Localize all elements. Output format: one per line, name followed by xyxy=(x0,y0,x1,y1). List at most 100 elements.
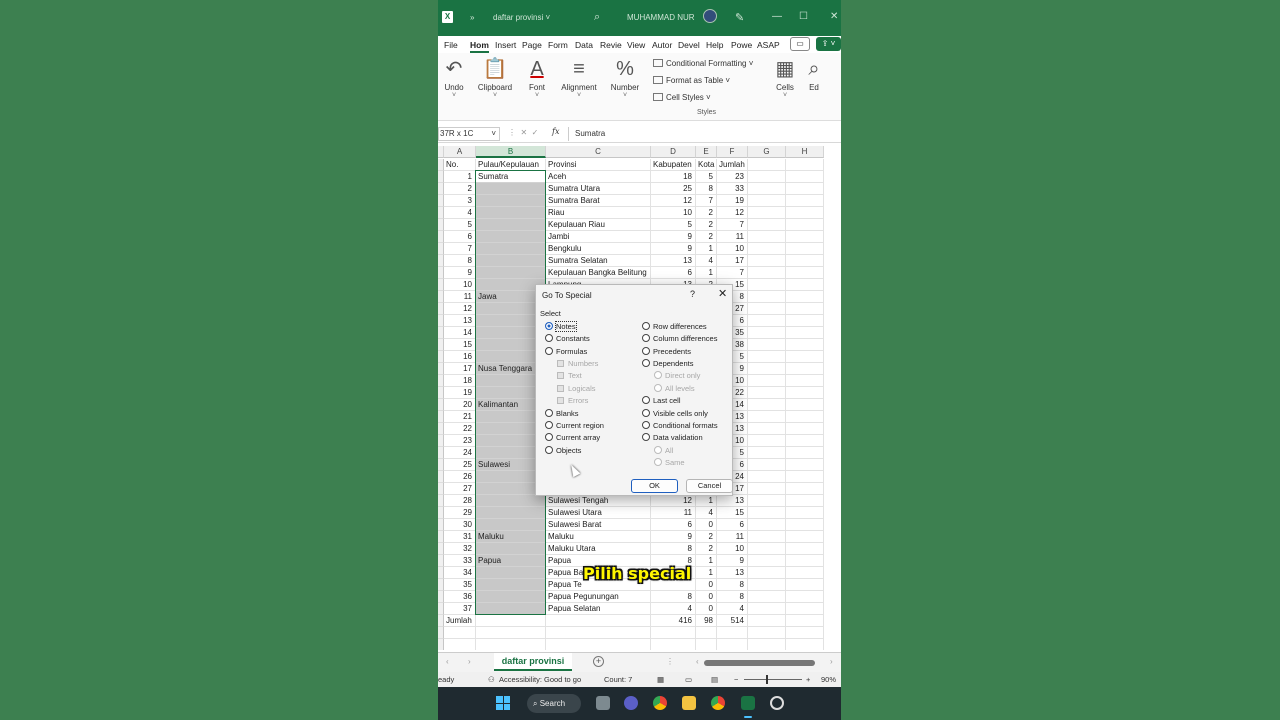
cell[interactable] xyxy=(696,627,717,639)
table-cell[interactable] xyxy=(786,543,824,555)
table-cell[interactable]: Sumatra Utara xyxy=(546,183,651,195)
table-cell[interactable]: 1 xyxy=(696,567,717,579)
table-cell[interactable] xyxy=(748,339,786,351)
table-cell[interactable]: 1 xyxy=(696,555,717,567)
table-cell[interactable] xyxy=(786,471,824,483)
tab-formulas[interactable]: Form xyxy=(548,40,568,50)
table-cell[interactable] xyxy=(786,375,824,387)
comments-button[interactable]: ▭ xyxy=(790,37,810,51)
table-cell[interactable]: 2 xyxy=(444,183,476,195)
column-header-c[interactable]: C xyxy=(546,146,651,158)
table-cell[interactable]: 31 xyxy=(444,531,476,543)
table-cell[interactable] xyxy=(786,339,824,351)
table-cell[interactable]: 7 xyxy=(717,267,748,279)
table-cell[interactable]: 28 xyxy=(444,495,476,507)
format-as-table-button[interactable]: Format as Table ˅ xyxy=(653,76,730,85)
table-cell[interactable]: 1 xyxy=(696,243,717,255)
sheet-options-icon[interactable]: ⋮ xyxy=(666,657,674,666)
radio-visible-cells-only[interactable] xyxy=(642,409,650,417)
file-name[interactable]: daftar provinsi ˅ xyxy=(493,13,550,22)
table-cell[interactable]: 8 xyxy=(651,543,696,555)
cancel-button[interactable]: Cancel xyxy=(686,479,733,493)
table-cell[interactable]: 8 xyxy=(696,183,717,195)
table-cell[interactable] xyxy=(748,363,786,375)
table-cell[interactable]: 10 xyxy=(651,207,696,219)
table-cell[interactable]: 34 xyxy=(444,567,476,579)
table-cell[interactable] xyxy=(748,423,786,435)
chevron-down-icon[interactable]: ˅ xyxy=(491,128,496,140)
table-cell[interactable] xyxy=(748,207,786,219)
table-cell[interactable] xyxy=(786,387,824,399)
header-cell-a[interactable]: No. xyxy=(444,159,476,171)
cells-button[interactable]: ▦ Cells ˅ xyxy=(774,57,796,99)
radio-column-differences[interactable] xyxy=(642,334,650,342)
table-cell[interactable]: 2 xyxy=(696,219,717,231)
radio-data-validation[interactable] xyxy=(642,433,650,441)
zoom-slider[interactable] xyxy=(744,679,802,680)
teams-icon[interactable] xyxy=(624,696,638,710)
column-header-e[interactable]: E xyxy=(696,146,717,158)
tab-page-layout[interactable]: Page xyxy=(522,40,542,50)
table-cell[interactable] xyxy=(786,447,824,459)
column-header-f[interactable]: F xyxy=(717,146,748,158)
dialog-close-icon[interactable]: ✕ xyxy=(718,287,727,300)
table-cell[interactable] xyxy=(786,303,824,315)
cell[interactable] xyxy=(786,639,824,650)
zoom-in-icon[interactable]: + xyxy=(806,675,810,684)
accessibility-status[interactable]: Accessibility: Good to go xyxy=(499,675,581,684)
table-cell[interactable]: 6 xyxy=(444,231,476,243)
table-cell[interactable] xyxy=(748,411,786,423)
table-cell[interactable]: 17 xyxy=(444,363,476,375)
cell[interactable] xyxy=(444,627,476,639)
table-cell[interactable]: 1 xyxy=(696,267,717,279)
table-cell[interactable] xyxy=(786,567,824,579)
table-cell[interactable]: 27 xyxy=(444,483,476,495)
chrome-profile-icon[interactable] xyxy=(711,696,725,710)
avatar[interactable] xyxy=(703,9,717,23)
cell-styles-button[interactable]: Cell Styles ˅ xyxy=(653,93,711,102)
table-cell[interactable]: 0 xyxy=(696,519,717,531)
table-cell[interactable]: 19 xyxy=(717,195,748,207)
table-cell[interactable]: Sulawesi Barat xyxy=(546,519,651,531)
cell[interactable] xyxy=(717,627,748,639)
table-cell[interactable]: 4 xyxy=(651,603,696,615)
formula-input[interactable]: Sumatra xyxy=(568,127,841,141)
table-cell[interactable] xyxy=(748,483,786,495)
sheet-next-icon[interactable]: › xyxy=(468,657,471,666)
table-cell[interactable]: 12 xyxy=(651,495,696,507)
table-cell[interactable] xyxy=(786,459,824,471)
table-cell[interactable] xyxy=(476,543,546,555)
table-cell[interactable]: 13 xyxy=(717,567,748,579)
table-cell[interactable] xyxy=(748,603,786,615)
table-cell[interactable] xyxy=(786,279,824,291)
column-header-a[interactable]: A xyxy=(444,146,476,158)
table-cell[interactable]: Sumatra Selatan xyxy=(546,255,651,267)
table-cell[interactable] xyxy=(748,327,786,339)
tab-power[interactable]: Powe xyxy=(731,40,752,50)
excel-taskbar-icon[interactable] xyxy=(741,696,755,718)
undo-button[interactable]: ↶ Undo ˅ xyxy=(444,57,464,99)
table-cell[interactable]: 2 xyxy=(696,231,717,243)
table-cell[interactable] xyxy=(786,399,824,411)
table-cell[interactable]: Aceh xyxy=(546,171,651,183)
table-cell[interactable] xyxy=(748,591,786,603)
table-cell[interactable]: 5 xyxy=(696,171,717,183)
table-cell[interactable]: 10 xyxy=(717,243,748,255)
page-break-icon[interactable]: ▤ xyxy=(711,675,718,684)
table-cell[interactable] xyxy=(748,579,786,591)
tab-asap[interactable]: ASAP xyxy=(757,40,780,50)
table-cell[interactable] xyxy=(786,483,824,495)
windows-start-icon[interactable] xyxy=(496,696,510,710)
option-current-region[interactable]: Current region xyxy=(545,421,604,430)
table-cell[interactable] xyxy=(786,351,824,363)
ok-button[interactable]: OK xyxy=(631,479,678,493)
column-header-h[interactable]: H xyxy=(786,146,824,158)
table-cell[interactable]: Sulawesi Utara xyxy=(546,507,651,519)
table-cell[interactable]: 10 xyxy=(444,279,476,291)
option-column-differences[interactable]: Column differences xyxy=(642,334,717,343)
option-current-array[interactable]: Current array xyxy=(545,433,600,442)
cell[interactable] xyxy=(786,627,824,639)
total-cell[interactable]: 514 xyxy=(717,615,748,627)
table-cell[interactable] xyxy=(786,411,824,423)
table-cell[interactable]: Papua Selatan xyxy=(546,603,651,615)
